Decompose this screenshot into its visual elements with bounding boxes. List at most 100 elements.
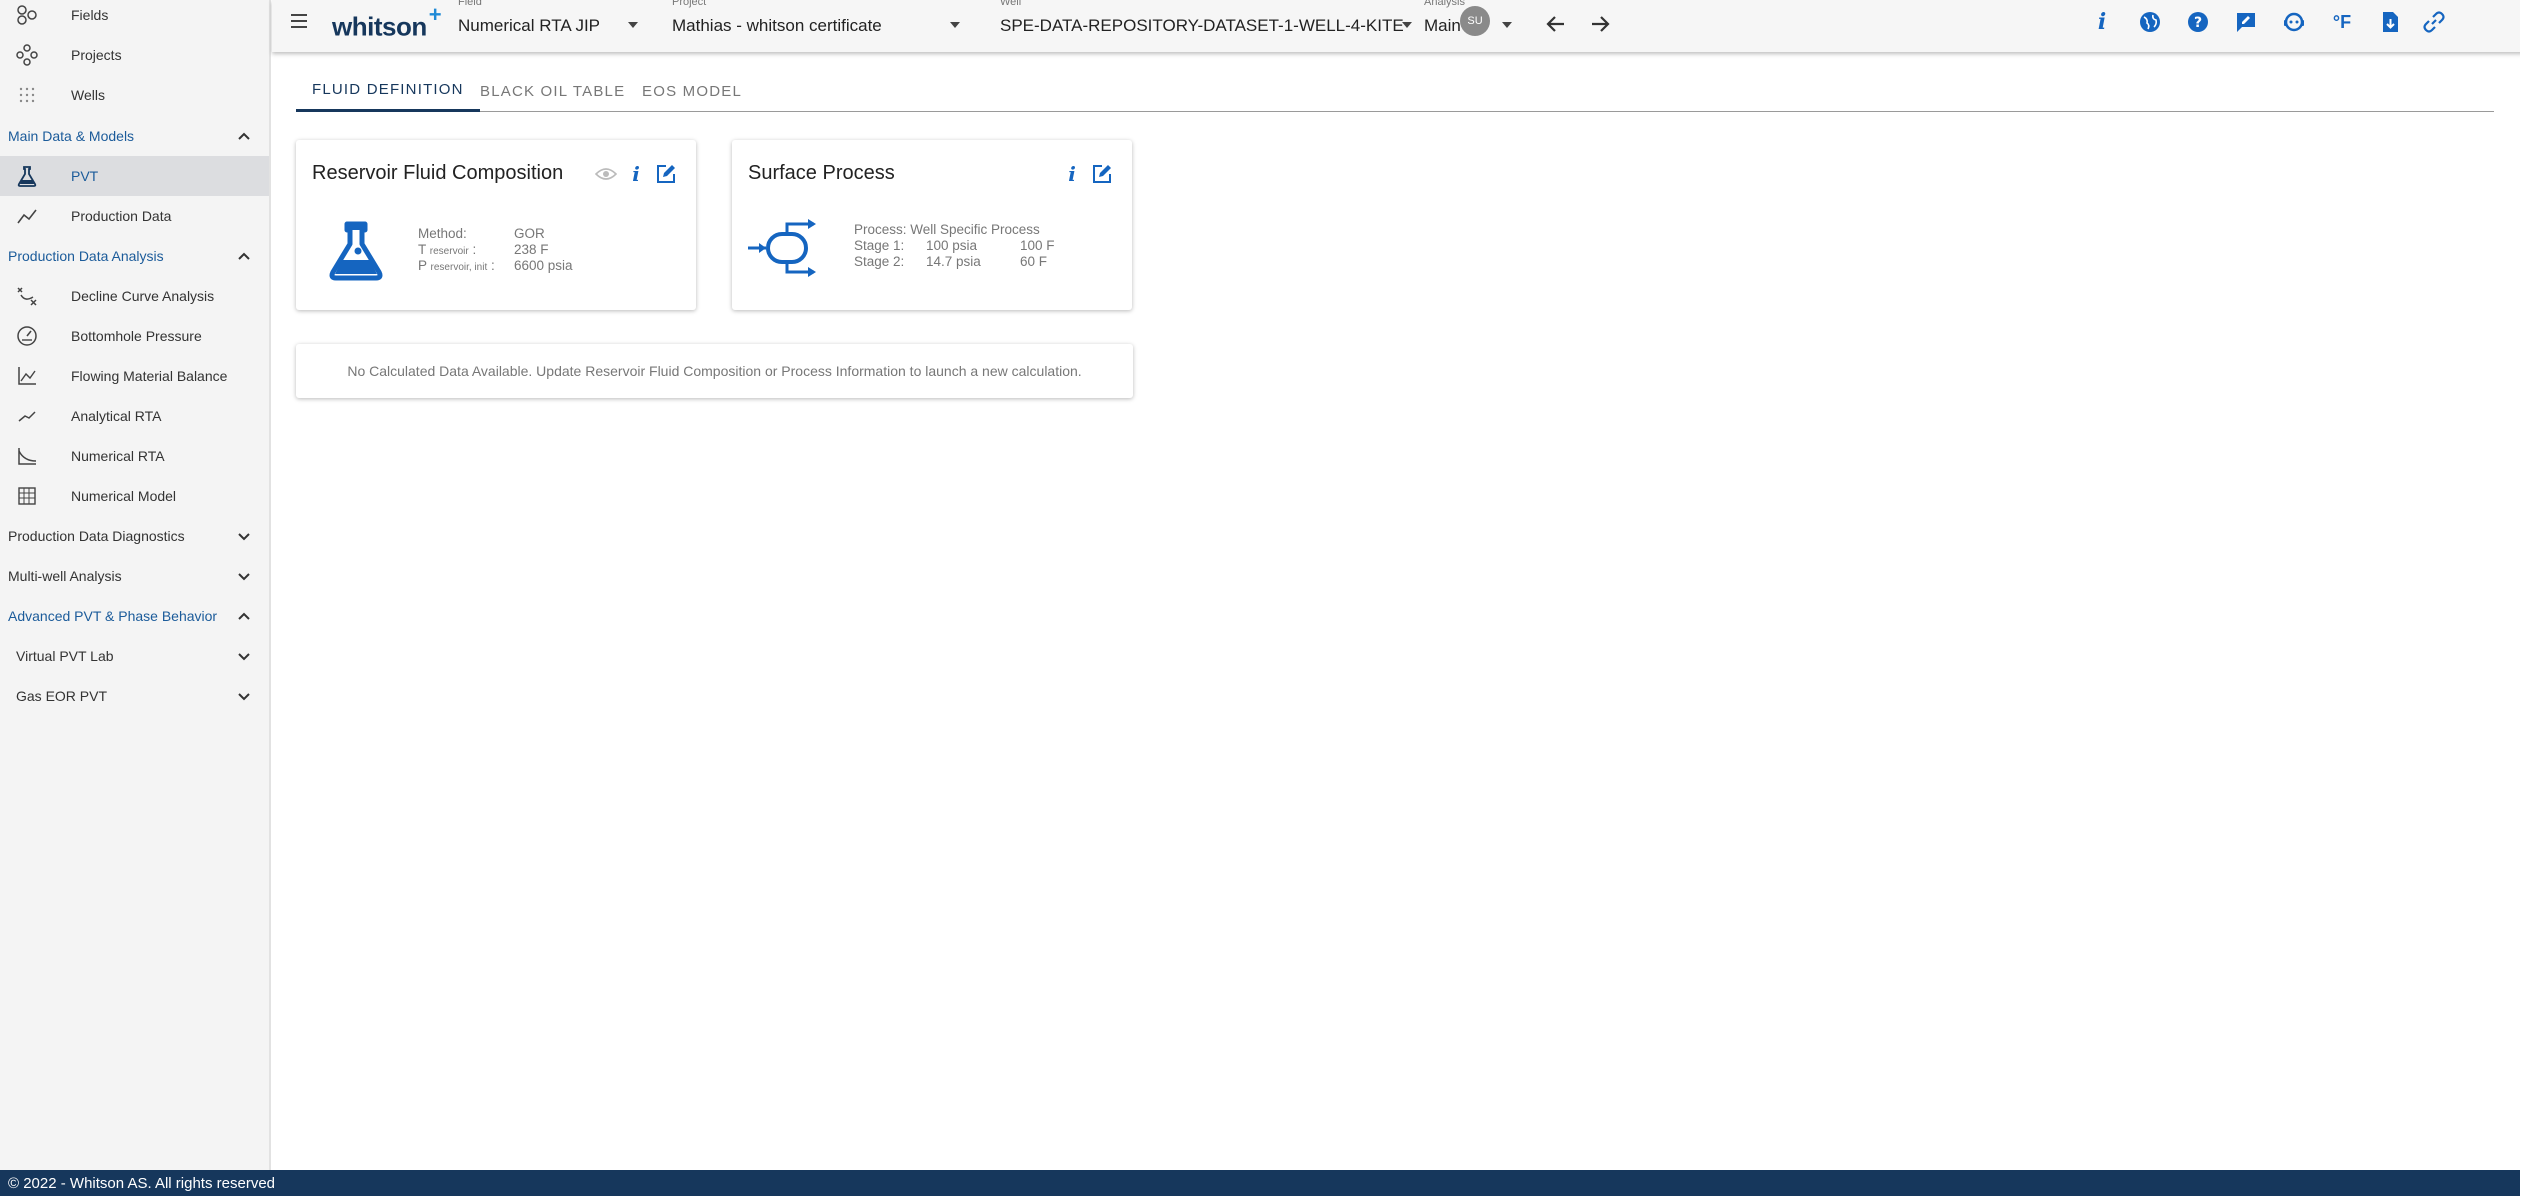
p-symbol: P — [418, 258, 427, 273]
sidebar-item-numerical-model[interactable]: Numerical Model — [0, 476, 269, 516]
stage2-label: Stage 2: — [854, 254, 905, 269]
scrollbar-track[interactable] — [2520, 0, 2538, 1196]
sidebar-item-label: Wells — [71, 87, 105, 103]
avatar[interactable]: SU — [1460, 6, 1490, 36]
section-production-data-analysis[interactable]: Production Data Analysis — [0, 236, 269, 276]
section-label: Production Data Diagnostics — [8, 528, 185, 544]
chevron-down-icon — [238, 693, 250, 701]
p-colon: : — [490, 258, 495, 273]
stage1-label: Stage 1: — [854, 238, 905, 253]
grid-icon — [14, 483, 40, 509]
sidebar-item-numerical-rta[interactable]: Numerical RTA — [0, 436, 269, 476]
chevron-up-icon — [238, 252, 250, 260]
sidebar-item-analytical-rta[interactable]: Analytical RTA — [0, 396, 269, 436]
project-select-value: Mathias - whitson certificate — [672, 16, 882, 35]
method-value: GOR — [514, 226, 545, 241]
section-advanced-pvt[interactable]: Advanced PVT & Phase Behavior — [0, 596, 269, 636]
stage2-temperature: 60 F — [1020, 254, 1048, 269]
section-multi-well-analysis[interactable]: Multi-well Analysis — [0, 556, 269, 596]
section-label: Virtual PVT Lab — [16, 648, 114, 664]
card-title: Surface Process — [748, 162, 895, 184]
feedback-icon[interactable] — [2232, 8, 2260, 36]
chevron-down-icon — [238, 533, 250, 541]
brand-name: whitson — [332, 11, 427, 42]
sidebar-item-wells[interactable]: Wells — [0, 75, 269, 115]
copyright-text: © 2022 - Whitson AS. All rights reserved — [8, 1174, 276, 1192]
help-icon[interactable]: ? — [2184, 8, 2212, 36]
flask-icon — [14, 163, 40, 189]
units-label: °F — [2332, 11, 2352, 32]
section-label: Multi-well Analysis — [8, 568, 122, 584]
stage1-temperature: 100 F — [1020, 238, 1055, 253]
sidebar-item-label: PVT — [71, 168, 99, 184]
chart-icon — [14, 363, 40, 389]
section-label: Advanced PVT & Phase Behavior — [8, 608, 218, 624]
decline-icon — [14, 283, 40, 309]
sidebar-item-flowing-material-balance[interactable]: Flowing Material Balance — [0, 356, 269, 396]
method-label: Method: — [418, 226, 467, 241]
stage1-pressure: 100 psia — [926, 238, 978, 253]
sidebar-item-label: Production Data — [71, 208, 172, 224]
menu-icon[interactable] — [288, 10, 310, 32]
tab-black-oil-table[interactable]: BLACK OIL TABLE — [464, 70, 641, 112]
temperature-unit-icon[interactable]: °F — [2328, 8, 2356, 36]
section-virtual-pvt-lab[interactable]: Virtual PVT Lab — [0, 636, 269, 676]
sidebar: Fields Projects Wells Main Data & Models… — [0, 0, 271, 1170]
no-data-notice: No Calculated Data Available. Update Res… — [296, 344, 1133, 398]
brand-plus: + — [428, 2, 442, 27]
flask-icon — [329, 221, 383, 281]
tab-bar: FLUID DEFINITION BLACK OIL TABLE EOS MOD… — [296, 70, 2494, 112]
sidebar-item-label: Fields — [71, 7, 109, 23]
arrow-forward-icon[interactable] — [1588, 12, 1612, 36]
edit-icon[interactable] — [1088, 160, 1116, 188]
p-subscript: reservoir, init — [430, 262, 488, 273]
sidebar-item-pvt[interactable]: PVT — [0, 156, 269, 196]
edit-icon[interactable] — [652, 160, 680, 188]
arrow-back-icon[interactable] — [1544, 12, 1568, 36]
section-main-data-models[interactable]: Main Data & Models — [0, 116, 269, 156]
tab-fluid-definition[interactable]: FLUID DEFINITION — [296, 70, 480, 112]
chevron-up-icon — [238, 132, 250, 140]
trend-line-icon — [14, 403, 40, 429]
sidebar-item-bottomhole-pressure[interactable]: Bottomhole Pressure — [0, 316, 269, 356]
field-select[interactable]: Field Numerical RTA JIP — [458, 0, 638, 52]
sidebar-item-projects[interactable]: Projects — [0, 35, 269, 75]
chevron-up-icon — [238, 612, 250, 620]
t-subscript: reservoir — [429, 246, 469, 257]
section-label: Main Data & Models — [8, 128, 135, 144]
chevron-down-icon — [238, 653, 250, 661]
sidebar-item-fields[interactable]: Fields — [0, 0, 269, 35]
globe-icon[interactable] — [2136, 8, 2164, 36]
well-select-label: Well — [1000, 0, 1022, 8]
tab-label: BLACK OIL TABLE — [480, 82, 626, 100]
top-bar: whitson+ Field Numerical RTA JIP Project… — [272, 0, 2538, 52]
eye-icon[interactable] — [592, 160, 620, 188]
gauge-icon — [14, 323, 40, 349]
p-reservoir-label: P reservoir, init : — [418, 258, 495, 273]
caret-down-icon — [1402, 22, 1412, 28]
sidebar-item-decline-curve-analysis[interactable]: Decline Curve Analysis — [0, 276, 269, 316]
tab-eos-model[interactable]: EOS MODEL — [626, 70, 758, 112]
section-label: Production Data Analysis — [8, 248, 164, 264]
link-icon[interactable] — [2420, 8, 2448, 36]
sidebar-item-production-data[interactable]: Production Data — [0, 196, 269, 236]
card-title: Reservoir Fluid Composition — [312, 162, 564, 184]
t-symbol: T — [418, 242, 427, 257]
caret-down-icon — [950, 22, 960, 28]
section-production-data-diagnostics[interactable]: Production Data Diagnostics — [0, 516, 269, 556]
t-colon: : — [472, 242, 477, 257]
t-reservoir-value: 238 F — [514, 242, 549, 257]
footer: © 2022 - Whitson AS. All rights reserved — [0, 1170, 2520, 1196]
tab-label: EOS MODEL — [642, 82, 742, 100]
project-select-label: Project — [672, 0, 707, 8]
download-file-icon[interactable] — [2376, 8, 2404, 36]
section-gas-eor-pvt[interactable]: Gas EOR PVT — [0, 676, 269, 716]
caret-down-icon — [628, 22, 638, 28]
caret-down-icon — [1502, 22, 1512, 28]
numerical-rta-icon — [14, 443, 40, 469]
info-icon[interactable]: i — [2088, 8, 2116, 36]
sidebar-item-label: Numerical RTA — [71, 448, 165, 464]
info-icon[interactable]: i — [1058, 160, 1086, 188]
support-icon[interactable] — [2280, 8, 2308, 36]
info-icon[interactable]: i — [622, 160, 650, 188]
